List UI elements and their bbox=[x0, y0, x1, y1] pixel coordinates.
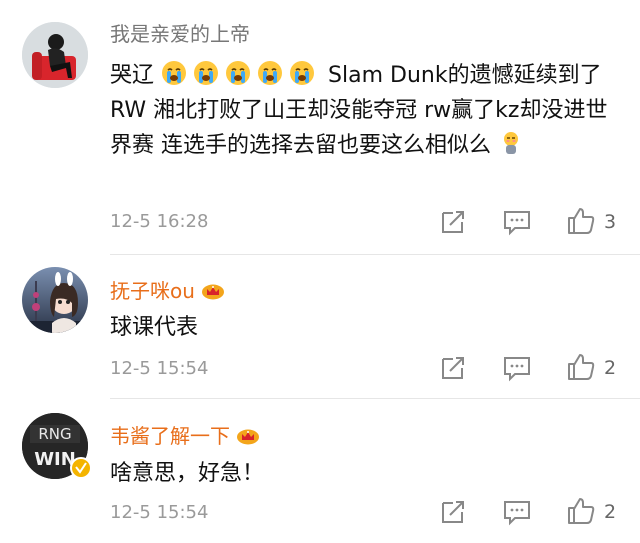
username[interactable]: 抚子咪ou bbox=[110, 275, 225, 304]
thumbs-up-icon[interactable] bbox=[566, 352, 596, 382]
comment-item: 我是亲爱的上帝 哭辽 Slam Dunk的遗憾延续到了RW 湘北打败了山王却没能… bbox=[0, 0, 640, 255]
like-count: 2 bbox=[604, 357, 617, 379]
username-text[interactable]: 我是亲爱的上帝 bbox=[110, 22, 250, 46]
comment-time: 12-5 15:54 bbox=[110, 502, 209, 523]
comment-time: 12-5 16:28 bbox=[110, 211, 209, 232]
username[interactable]: 韦酱了解一下 bbox=[110, 420, 260, 449]
crying-emoji bbox=[258, 61, 283, 85]
crown-icon bbox=[201, 284, 224, 300]
comment-icon[interactable] bbox=[502, 207, 532, 237]
comment-text: 啥意思，好急！ bbox=[110, 461, 265, 486]
crown-icon bbox=[237, 429, 259, 445]
comment-text-part1: 哭辽 bbox=[110, 63, 155, 88]
username[interactable]: 我是亲爱的上帝 bbox=[110, 18, 250, 47]
comment-icon[interactable] bbox=[502, 497, 532, 527]
comment-text: 球课代表 bbox=[110, 315, 199, 340]
share-icon[interactable] bbox=[438, 353, 468, 383]
avatar[interactable] bbox=[22, 22, 88, 88]
avatar-text-top: RNG bbox=[38, 425, 71, 443]
crying-emoji bbox=[226, 61, 251, 85]
avatar-image bbox=[22, 22, 88, 88]
crying-emoji bbox=[162, 61, 187, 85]
crying-emoji bbox=[290, 61, 315, 85]
crying-emoji bbox=[194, 61, 219, 85]
shy-emoji bbox=[504, 132, 518, 154]
like-count: 2 bbox=[604, 501, 617, 523]
verified-badge-icon bbox=[70, 457, 92, 479]
share-icon[interactable] bbox=[438, 207, 468, 237]
comment-item: RNG WIN 韦酱了解一下 啥意思，好急！ 12-5 15:54 2 bbox=[0, 399, 640, 543]
share-icon[interactable] bbox=[438, 497, 468, 527]
avatar[interactable] bbox=[22, 267, 88, 333]
comment-time: 12-5 15:54 bbox=[110, 358, 209, 379]
username-text[interactable]: 抚子咪ou bbox=[110, 279, 195, 303]
thumbs-up-icon[interactable] bbox=[566, 496, 596, 526]
avatar-image bbox=[22, 267, 88, 333]
comment-item: 抚子咪ou 球课代表 12-5 15:54 2 bbox=[0, 255, 640, 398]
thumbs-up-icon[interactable] bbox=[566, 206, 596, 236]
username-text[interactable]: 韦酱了解一下 bbox=[110, 424, 230, 448]
comment-text: 哭辽 Slam Dunk的遗憾延续到了RW 湘北打败了山王却没能夺冠 rw赢了k… bbox=[110, 58, 625, 163]
comment-icon[interactable] bbox=[502, 353, 532, 383]
like-count: 3 bbox=[604, 211, 617, 233]
